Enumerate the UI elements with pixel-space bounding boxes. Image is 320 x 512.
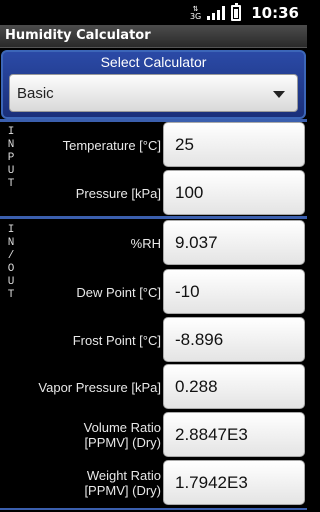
battery-icon bbox=[231, 2, 242, 21]
bottom-divider bbox=[0, 508, 307, 510]
rh-field[interactable]: 9.037 bbox=[163, 220, 305, 265]
signal-icon bbox=[207, 5, 226, 20]
selector-label: Select Calculator bbox=[100, 54, 207, 70]
side-letter: O bbox=[7, 263, 15, 275]
app-title-bar: Humidity Calculator bbox=[0, 25, 307, 48]
volume-ratio-label: Volume Ratio [PPMV] (Dry) bbox=[21, 420, 161, 450]
side-letter: U bbox=[7, 276, 15, 288]
vapor-pressure-field[interactable]: 0.288 bbox=[163, 364, 305, 409]
dew-point-label: Dew Point [°C] bbox=[76, 285, 161, 300]
weight-ratio-value: 1.7942E3 bbox=[175, 473, 248, 492]
status-clock: 10:36 bbox=[251, 3, 299, 22]
pressure-label: Pressure [kPa] bbox=[75, 186, 161, 201]
volume-ratio-label-line1: Volume Ratio bbox=[83, 420, 161, 435]
calculator-selector-panel: Select Calculator Basic bbox=[1, 50, 306, 119]
side-letter: U bbox=[7, 165, 15, 177]
side-letter: T bbox=[7, 289, 15, 301]
volume-ratio-label-line2: [PPMV] (Dry) bbox=[84, 435, 161, 450]
dew-point-value: -10 bbox=[175, 282, 200, 301]
network-label: 3G bbox=[189, 11, 202, 21]
temperature-label: Temperature [°C] bbox=[62, 138, 161, 153]
frost-point-value: -8.896 bbox=[175, 330, 224, 349]
side-letter: T bbox=[7, 178, 15, 190]
weight-ratio-label-line2: [PPMV] (Dry) bbox=[84, 483, 161, 498]
side-letter: N bbox=[7, 139, 15, 151]
side-letter: / bbox=[7, 250, 15, 262]
vapor-pressure-label: Vapor Pressure [kPa] bbox=[38, 380, 161, 395]
calculator-select-value: Basic bbox=[17, 85, 54, 102]
input-side-label: I N P U T bbox=[4, 126, 18, 191]
frost-point-label: Frost Point [°C] bbox=[72, 333, 161, 348]
side-letter: I bbox=[7, 126, 15, 138]
temperature-field[interactable]: 25 bbox=[163, 122, 305, 167]
side-letter: N bbox=[7, 237, 15, 249]
3g-data-icon: ⇅ 3G bbox=[189, 4, 202, 21]
weight-ratio-label-line1: Weight Ratio bbox=[86, 468, 161, 483]
inout-section-divider bbox=[0, 216, 307, 219]
pressure-field[interactable]: 100 bbox=[163, 170, 305, 215]
weight-ratio-field[interactable]: 1.7942E3 bbox=[163, 460, 305, 505]
rh-value: 9.037 bbox=[175, 233, 218, 252]
side-letter: P bbox=[7, 152, 15, 164]
volume-ratio-value: 2.8847E3 bbox=[175, 425, 248, 444]
rh-label: %RH bbox=[130, 236, 161, 251]
volume-ratio-field[interactable]: 2.8847E3 bbox=[163, 412, 305, 457]
side-letter: I bbox=[7, 224, 15, 236]
dropdown-arrow-icon bbox=[273, 91, 285, 98]
app-title: Humidity Calculator bbox=[5, 28, 151, 43]
calculator-select[interactable]: Basic bbox=[9, 74, 298, 112]
frost-point-field[interactable]: -8.896 bbox=[163, 317, 305, 362]
temperature-value: 25 bbox=[175, 135, 194, 154]
status-bar: ⇅ 3G 10:36 bbox=[0, 0, 307, 25]
vapor-pressure-value: 0.288 bbox=[175, 377, 218, 396]
pressure-value: 100 bbox=[175, 183, 204, 202]
inout-side-label: I N / O U T bbox=[4, 224, 18, 302]
dew-point-field[interactable]: -10 bbox=[163, 269, 305, 314]
weight-ratio-label: Weight Ratio [PPMV] (Dry) bbox=[21, 468, 161, 498]
